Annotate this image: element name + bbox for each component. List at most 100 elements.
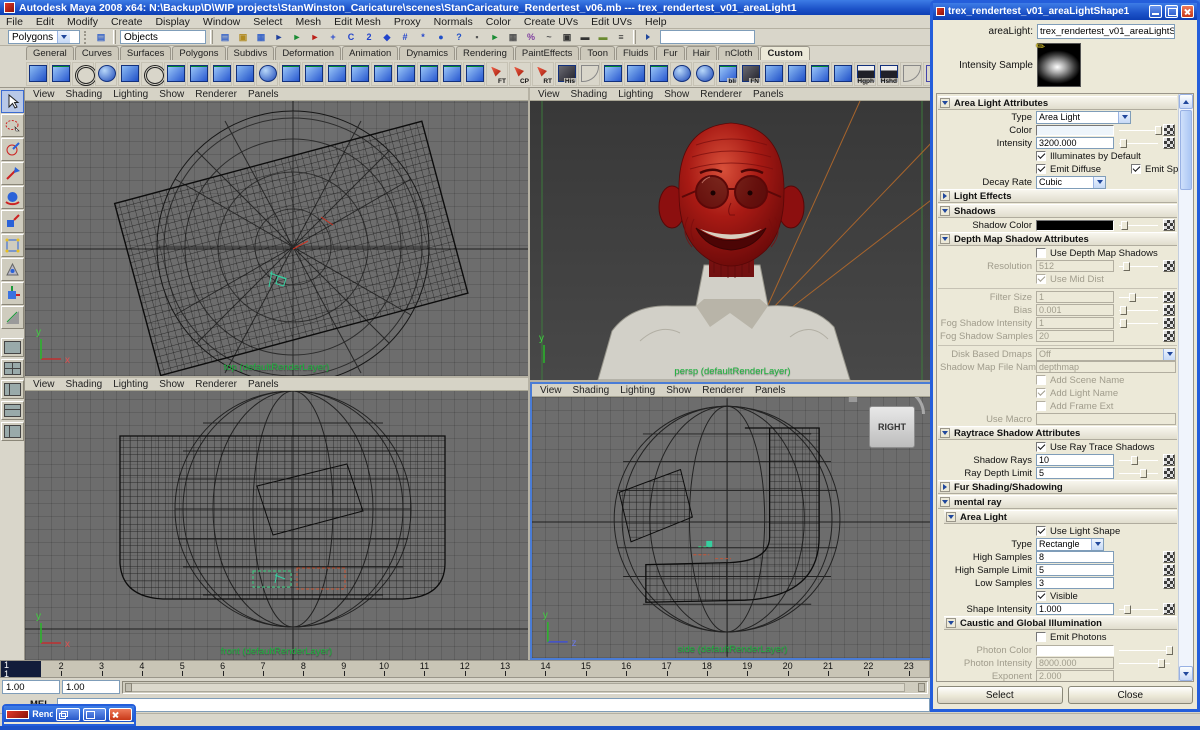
time-slider[interactable]: 1 1 234567891011121314151617181920212223 — [0, 660, 930, 678]
lasso-tool[interactable] — [1, 114, 24, 137]
dropdown-arrow-icon[interactable] — [57, 31, 70, 43]
light-type-dropdown[interactable]: Area Light — [1036, 111, 1131, 124]
timeline-frame-tick[interactable]: 13 — [485, 661, 525, 677]
menu-item[interactable]: File — [6, 16, 23, 28]
minimize-button[interactable] — [1149, 5, 1162, 18]
shelf-tab[interactable]: PaintEffects — [515, 46, 580, 60]
shelf-tab[interactable]: nCloth — [718, 46, 759, 60]
shelf-icon[interactable] — [95, 62, 117, 86]
menu-item[interactable]: Display — [155, 16, 189, 28]
shelf-tab[interactable]: Surfaces — [120, 46, 172, 60]
shelf-icon[interactable]: RT — [532, 62, 554, 86]
close-button[interactable] — [109, 708, 132, 721]
shelf-tab[interactable]: Curves — [75, 46, 119, 60]
emit-photons-checkbox[interactable] — [1036, 632, 1046, 642]
map-button[interactable] — [1163, 577, 1175, 589]
rotate-tool[interactable] — [1, 186, 24, 209]
timeline-frame-tick[interactable]: 21 — [808, 661, 848, 677]
shelf-icon[interactable]: Hgph — [854, 62, 876, 86]
show-manipulator-tool[interactable] — [1, 282, 24, 305]
status-icon[interactable]: ► — [487, 30, 503, 44]
shelf-tab[interactable]: General — [26, 46, 74, 60]
timeline-frame-tick[interactable]: 19 — [727, 661, 767, 677]
expand-arrow-icon[interactable] — [940, 191, 950, 201]
viewport-menu-item[interactable]: View — [538, 89, 560, 100]
viewport-menu-item[interactable]: Lighting — [113, 89, 148, 100]
timeline-frame-tick[interactable]: 3 — [81, 661, 121, 677]
status-icon[interactable]: ▦ — [253, 30, 269, 44]
status-icon[interactable]: ▤ — [93, 30, 109, 44]
status-icon[interactable]: ◆ — [379, 30, 395, 44]
status-icon[interactable]: ▦ — [505, 30, 521, 44]
section-area-light[interactable]: Area Light — [944, 510, 1177, 524]
quick-selection-field[interactable] — [660, 30, 755, 44]
section-raytrace-shadows[interactable]: Raytrace Shadow Attributes — [938, 426, 1177, 440]
current-frame-marker[interactable]: 1 1 — [1, 661, 41, 677]
close-button[interactable] — [1181, 5, 1194, 18]
status-icon[interactable]: ▬ — [595, 30, 611, 44]
viewport-menu-item[interactable]: Show — [159, 379, 184, 390]
shelf-icon[interactable] — [831, 62, 853, 86]
shelf-tab[interactable]: Animation — [342, 46, 398, 60]
viewport-menu-item[interactable]: Shading — [573, 385, 610, 396]
shelf-icon[interactable] — [417, 62, 439, 86]
menu-item[interactable]: Edit — [36, 16, 54, 28]
status-icon[interactable]: ~ — [541, 30, 557, 44]
status-icon[interactable]: 2 — [361, 30, 377, 44]
show-field-arrow-icon[interactable] — [640, 30, 656, 44]
shelf-icon[interactable] — [164, 62, 186, 86]
selection-mask-dropdown[interactable]: Objects — [120, 30, 206, 44]
shelf-tab[interactable]: Subdivs — [227, 46, 275, 60]
shelf-icon[interactable] — [233, 62, 255, 86]
shelf-icon[interactable] — [693, 62, 715, 86]
timeline-frame-tick[interactable]: 22 — [848, 661, 888, 677]
timeline-frame-tick[interactable]: 23 — [889, 661, 929, 677]
status-icon[interactable]: ▣ — [559, 30, 575, 44]
timeline-frame-tick[interactable]: 14 — [525, 661, 565, 677]
menu-item[interactable]: Window — [203, 16, 240, 28]
maximize-button[interactable] — [1165, 5, 1178, 18]
dropdown-arrow-icon[interactable] — [1093, 177, 1105, 188]
shadow-color-slider[interactable] — [1119, 220, 1158, 231]
collapse-arrow-icon[interactable] — [940, 98, 950, 108]
timeline-frame-tick[interactable]: 18 — [687, 661, 727, 677]
ray-depth-limit-slider[interactable] — [1119, 468, 1158, 479]
shelf-icon[interactable] — [325, 62, 347, 86]
menu-item[interactable]: Select — [253, 16, 282, 28]
status-icon[interactable]: + — [325, 30, 341, 44]
section-shadows[interactable]: Shadows — [938, 204, 1177, 218]
menu-item[interactable]: Help — [645, 16, 667, 28]
menu-set-dropdown[interactable]: Polygons — [8, 30, 80, 44]
color-swatch[interactable] — [1036, 125, 1114, 136]
intensity-sample-swatch[interactable]: ✎ — [1037, 43, 1081, 87]
shelf-icon[interactable] — [118, 62, 140, 86]
status-icon[interactable]: ► — [271, 30, 287, 44]
shelf-icon[interactable] — [187, 62, 209, 86]
scroll-up-icon[interactable] — [1179, 94, 1193, 109]
collapse-arrow-icon[interactable] — [940, 206, 950, 216]
section-depth-map-shadows[interactable]: Depth Map Shadow Attributes — [938, 232, 1177, 246]
status-icon[interactable]: * — [415, 30, 431, 44]
status-icon[interactable]: ▤ — [217, 30, 233, 44]
range-handle-right[interactable] — [918, 683, 925, 692]
status-icon[interactable]: ? — [451, 30, 467, 44]
viewport-menu-item[interactable]: Panels — [248, 379, 279, 390]
scale-tool[interactable] — [1, 210, 24, 233]
timeline-frame-tick[interactable]: 20 — [767, 661, 807, 677]
timeline-frame-tick[interactable]: 10 — [364, 661, 404, 677]
timeline-frame-tick[interactable]: 8 — [283, 661, 323, 677]
move-tool[interactable] — [1, 162, 24, 185]
shelf-tab[interactable]: Dynamics — [399, 46, 455, 60]
viewport-menu-item[interactable]: Shading — [66, 379, 103, 390]
menu-item[interactable]: Color — [486, 16, 511, 28]
shelf-icon[interactable]: bli — [716, 62, 738, 86]
viewport-menu-item[interactable]: View — [540, 385, 562, 396]
shelf-tab[interactable]: Custom — [760, 46, 809, 60]
use-depth-map-shadows-checkbox[interactable] — [1036, 248, 1046, 258]
shelf-icon[interactable]: His — [555, 62, 577, 86]
shelf-icon[interactable] — [279, 62, 301, 86]
section-light-effects[interactable]: Light Effects — [938, 189, 1177, 203]
ray-depth-limit-field[interactable]: 5 — [1036, 467, 1114, 479]
shelf-icon[interactable]: Hshd — [877, 62, 899, 86]
mel-input-field[interactable] — [57, 698, 930, 712]
